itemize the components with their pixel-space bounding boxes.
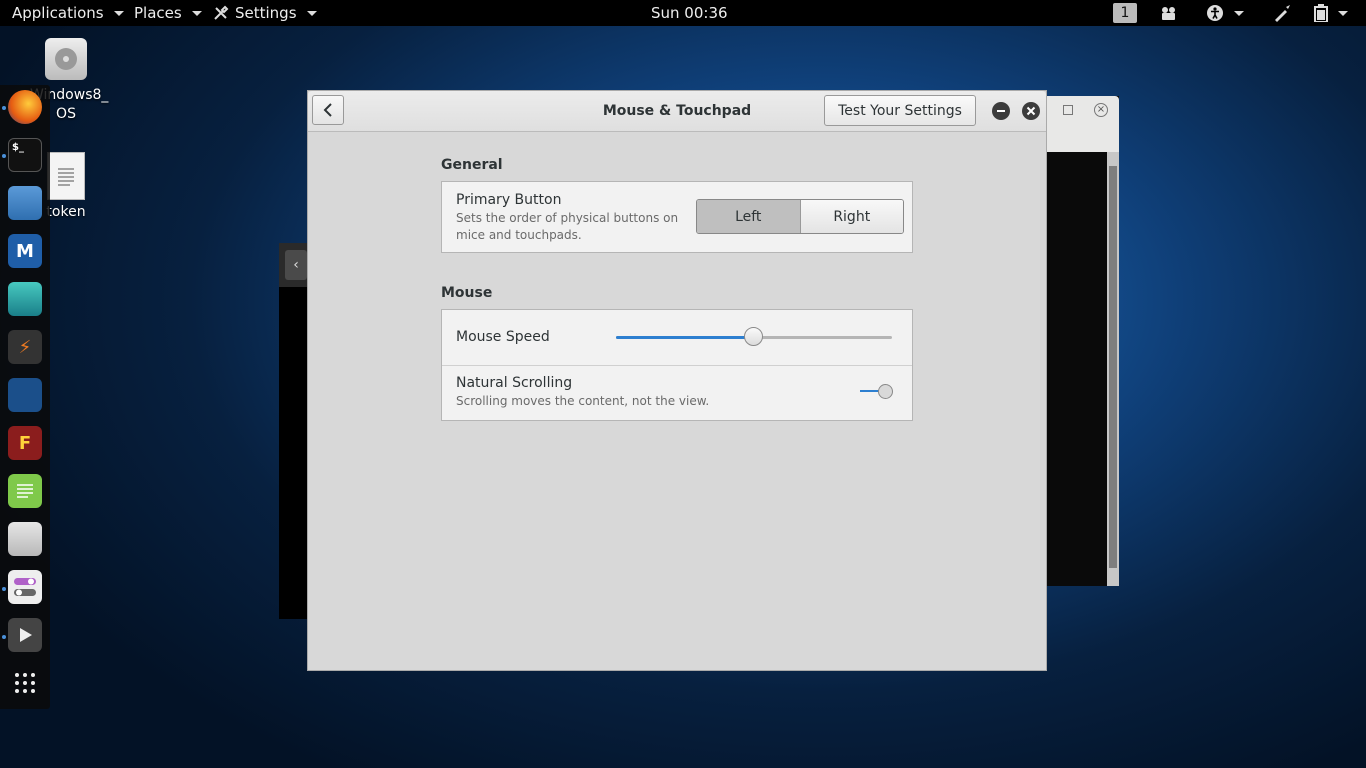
- mouse-section-heading: Mouse: [441, 285, 493, 301]
- system-menu[interactable]: [1314, 0, 1348, 26]
- running-indicator: [2, 635, 6, 639]
- background-window[interactable]: ‹: [279, 243, 309, 619]
- primary-button-subtitle: Sets the order of physical buttons on mi…: [456, 211, 679, 242]
- chevron-down-icon: [191, 10, 202, 16]
- tweaks-toggle-icon[interactable]: [8, 570, 42, 604]
- primary-button-switcher: Left Right: [696, 199, 904, 234]
- armitage-icon[interactable]: [8, 282, 42, 316]
- row-divider: [442, 365, 912, 366]
- close-icon: [1026, 106, 1036, 116]
- workspace-number: 1: [1113, 3, 1137, 23]
- general-frame: Primary Button Sets the order of physica…: [441, 181, 913, 253]
- mouse-speed-title: Mouse Speed: [456, 329, 550, 345]
- applications-menu-label: Applications: [12, 4, 104, 22]
- clock-label: Sun 00:36: [651, 4, 728, 22]
- places-menu[interactable]: Places: [134, 0, 202, 26]
- mouse-speed-slider[interactable]: [616, 327, 892, 346]
- slider-fill: [616, 336, 754, 339]
- test-settings-button[interactable]: Test Your Settings: [824, 95, 976, 126]
- mouse-touchpad-dialog: Mouse & Touchpad Test Your Settings Gene…: [307, 90, 1047, 671]
- maximize-icon[interactable]: [1063, 105, 1073, 115]
- scrollbar[interactable]: [1107, 152, 1119, 586]
- primary-right-button[interactable]: Right: [800, 200, 903, 233]
- general-section-heading: General: [441, 157, 503, 173]
- chevron-down-icon: [1338, 10, 1348, 16]
- burpsuite-icon[interactable]: ⚡: [8, 330, 42, 364]
- pen-icon[interactable]: [1273, 0, 1291, 26]
- close-icon[interactable]: ×: [1094, 103, 1108, 117]
- applications-menu[interactable]: Applications: [12, 0, 124, 26]
- text-file-icon: [47, 152, 85, 200]
- natural-scrolling-switch[interactable]: [860, 384, 896, 399]
- maltego-icon[interactable]: [8, 378, 42, 412]
- clock[interactable]: Sun 00:36: [651, 0, 728, 26]
- running-indicator: [2, 106, 6, 110]
- top-bar: Applications Places Settings Sun 00:36 1: [0, 0, 1366, 26]
- terminal-icon[interactable]: $_: [8, 138, 42, 172]
- metasploit-icon[interactable]: M: [8, 234, 42, 268]
- background-window-header: ‹: [279, 243, 309, 287]
- text-editor-icon[interactable]: [8, 474, 42, 508]
- files-folder-icon[interactable]: [8, 186, 42, 220]
- disk-drive-icon: [45, 38, 87, 80]
- faraday-icon[interactable]: F: [8, 426, 42, 460]
- videos-play-icon[interactable]: [8, 618, 42, 652]
- accessibility-icon: [1207, 5, 1223, 21]
- settings-menu[interactable]: Settings: [213, 0, 317, 26]
- accessibility-menu[interactable]: [1206, 0, 1244, 26]
- battery-icon: [1314, 4, 1328, 22]
- mouse-frame: Mouse Speed Natural Scrolling Scrolling …: [441, 309, 913, 421]
- slider-knob[interactable]: [744, 327, 763, 346]
- chevron-left-icon: [323, 103, 332, 117]
- header-bar: Mouse & Touchpad Test Your Settings: [308, 91, 1046, 132]
- chevron-down-icon: [306, 10, 317, 16]
- chevron-down-icon: [1234, 10, 1244, 16]
- video-camera-icon[interactable]: [1159, 0, 1179, 26]
- running-indicator: [2, 154, 6, 158]
- dash-dock: $_ M ⚡ F: [0, 85, 50, 709]
- disks-icon[interactable]: [8, 522, 42, 556]
- natural-scrolling-title: Natural Scrolling: [456, 375, 573, 391]
- firefox-icon[interactable]: [8, 90, 42, 124]
- minimize-icon: [997, 110, 1005, 112]
- natural-scrolling-subtitle: Scrolling moves the content, not the vie…: [456, 394, 710, 408]
- places-menu-label: Places: [134, 4, 182, 22]
- scrollbar-thumb[interactable]: [1109, 166, 1117, 568]
- back-button[interactable]: [312, 95, 344, 125]
- close-button[interactable]: [1022, 102, 1040, 120]
- primary-button-title: Primary Button: [456, 192, 562, 208]
- tools-icon: [214, 5, 229, 20]
- workspace-indicator[interactable]: 1: [1113, 0, 1137, 26]
- background-terminal-window[interactable]: ×: [1046, 96, 1119, 586]
- switch-knob: [878, 384, 893, 399]
- minimize-button[interactable]: [992, 102, 1010, 120]
- chevron-left-icon[interactable]: ‹: [285, 250, 307, 280]
- settings-menu-label: Settings: [235, 4, 297, 22]
- show-applications-grid-icon[interactable]: [8, 666, 42, 700]
- primary-left-button[interactable]: Left: [697, 200, 801, 233]
- background-window-titlebar: ×: [1046, 96, 1119, 152]
- chevron-down-icon: [113, 10, 124, 16]
- running-indicator: [2, 587, 6, 591]
